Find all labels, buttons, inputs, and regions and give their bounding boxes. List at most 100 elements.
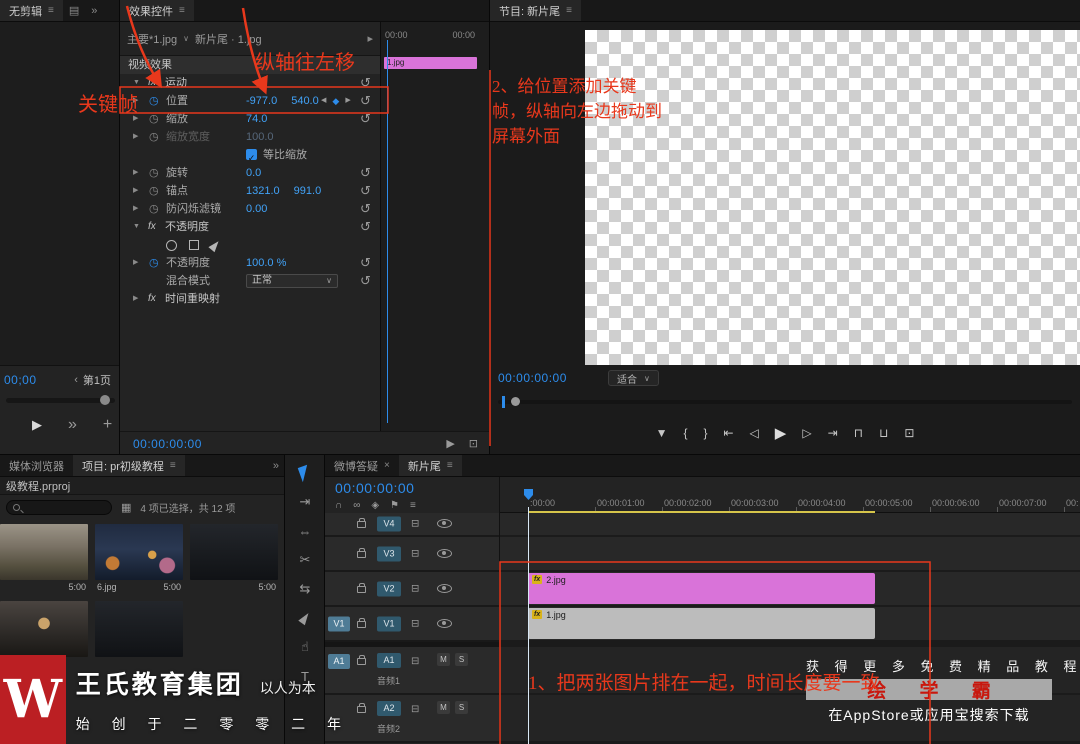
slip-tool[interactable]: ⇆ [293,579,317,599]
twirl-icon[interactable]: ▶ [133,92,138,110]
mute-button[interactable]: M [437,701,450,714]
clip-thumbnail[interactable] [190,524,278,580]
reset-icon[interactable]: ↺ [360,272,371,290]
track-lane-v1[interactable]: fx 1.jpg [500,607,1080,640]
reset-icon[interactable]: ↺ [360,110,371,128]
track-badge-a1[interactable]: A1 [377,653,401,668]
razor-tool[interactable]: ✂ [293,550,317,570]
source-patch-v1[interactable]: V1 [328,616,350,631]
source-timecode[interactable]: 00;00 [4,373,37,387]
stopwatch-icon[interactable]: ◷ [149,254,159,272]
mark-out-button[interactable]: } [703,426,707,440]
timeline-ruler[interactable]: :00:00 00:00:01:00 00:00:02:00 00:00:03:00 0… [500,477,1080,513]
source-scrollbar[interactable] [6,395,115,405]
timeline-timecode[interactable]: 00:00:00:00 [325,477,499,497]
go-to-in-button[interactable]: ⇤ [723,426,733,440]
toggle-view-button[interactable]: ⊡ [469,437,478,450]
property-value[interactable]: 0.00 [246,200,267,218]
scrollbar-knob[interactable] [100,395,110,405]
play-button[interactable]: ▶ [32,417,42,433]
ellipse-mask-icon[interactable] [166,239,177,251]
property-value[interactable]: 100.0 % [246,254,286,272]
reset-icon[interactable]: ↺ [360,200,371,218]
next-keyframe-button[interactable]: ▶ [345,92,350,110]
panel-menu-icon[interactable]: ≡ [170,460,176,471]
track-badge-v4[interactable]: V4 [377,516,401,532]
tab-overflow-icon[interactable]: » [267,455,285,476]
toggle-track-output-icon[interactable] [437,548,452,558]
toggle-track-output-icon[interactable] [437,519,452,528]
twirl-icon[interactable]: ▼ [133,74,140,92]
strip-playhead[interactable] [387,40,388,423]
stopwatch-icon[interactable]: ◷ [149,200,159,218]
solo-button[interactable]: S [455,653,468,666]
reset-icon[interactable]: ↺ [360,74,371,92]
zoom-level-select[interactable]: 适合 ∨ [608,370,659,386]
clip-thumbnail[interactable] [95,524,183,580]
scrubber-knob[interactable] [511,397,520,406]
lock-icon[interactable] [357,547,366,558]
sync-lock-icon[interactable]: ⊟ [411,583,419,594]
reset-icon[interactable]: ↺ [360,92,371,110]
panel-menu-icon[interactable]: ≡ [48,5,54,16]
property-value[interactable]: 991.0 [294,182,322,200]
track-badge-v2[interactable]: V2 [377,581,401,596]
track-badge-v1[interactable]: V1 [377,616,401,631]
twirl-icon[interactable]: ▶ [133,200,138,218]
effect-keyframe-strip[interactable]: 00:00 00:00 1.jpg [380,22,491,431]
prev-keyframe-button[interactable]: ◀ [321,92,326,110]
playhead[interactable] [528,507,529,744]
sync-lock-icon[interactable]: ⊟ [411,548,419,559]
tab-media-browser[interactable]: 媒体浏览器 [0,455,73,476]
track-badge-v3[interactable]: V3 [377,546,401,561]
snap-icon[interactable]: ∩ [335,500,342,511]
twirl-icon[interactable]: ▶ [133,182,138,200]
rect-mask-icon[interactable] [189,240,199,250]
tab-project[interactable]: 项目: pr初级教程 ≡ [73,455,185,476]
checkbox[interactable]: ✓ [246,149,257,163]
track-lane-v2[interactable]: fx 2.jpg [500,572,1080,605]
reset-icon[interactable]: ↺ [360,164,371,182]
extract-button[interactable]: ⊔ [879,426,888,440]
add-keyframe-button[interactable]: ◆ [332,92,339,110]
linked-selection-icon[interactable]: ∞ [353,500,360,511]
lock-icon[interactable] [357,518,366,528]
sync-lock-icon[interactable]: ⊟ [411,656,419,667]
project-item[interactable]: 5:00 [0,524,88,594]
master-clip-label[interactable]: 主要*1.jpg [127,31,177,47]
panel-stack-icon[interactable]: ▤ [63,0,85,21]
stopwatch-icon[interactable]: ◷ [149,182,159,200]
tab-effect-controls[interactable]: 效果控件 ≡ [120,0,194,21]
effect-timecode[interactable]: 00:00:00:00 [133,437,202,451]
blend-mode-select[interactable]: 正常 ∨ [246,274,338,288]
track-badge-a2[interactable]: A2 [377,701,401,716]
tab-active-sequence[interactable]: 新片尾 ≡ [398,455,462,476]
lift-button[interactable]: ⊓ [854,426,863,440]
play-button[interactable]: ▶ [775,424,787,442]
page-prev-icon[interactable]: ‹ [74,374,78,386]
button-editor-icon[interactable]: + [103,416,112,434]
program-playhead[interactable] [502,396,505,408]
mark-in-button[interactable]: { [683,426,687,440]
twirl-icon[interactable]: ▶ [133,254,138,272]
property-value[interactable]: -977.0 [246,92,277,110]
twirl-icon[interactable]: ▶ [133,290,138,308]
export-frame-button[interactable]: ⊡ [904,426,914,440]
step-back-button[interactable]: ◁ [750,426,759,440]
panel-menu-icon[interactable]: ≡ [179,5,185,16]
reset-icon[interactable]: ↺ [360,218,371,236]
close-icon[interactable]: × [384,460,390,471]
ripple-edit-tool[interactable]: ⇔ [293,521,317,541]
tab-no-clip[interactable]: 无剪辑 ≡ [0,0,63,21]
program-timecode[interactable]: 00:00:00:00 [498,371,567,385]
track-select-forward-tool[interactable]: ⇥ [293,492,317,512]
property-value[interactable]: 1321.0 [246,182,280,200]
clip-thumbnail[interactable] [0,524,88,580]
stopwatch-icon[interactable]: ◷ [149,110,159,128]
timeline-settings-icon[interactable]: ≡ [410,500,416,511]
stopwatch-icon[interactable]: ◷ [149,92,159,110]
reset-icon[interactable]: ↺ [360,182,371,200]
lock-icon[interactable] [357,582,366,593]
add-marker-icon[interactable]: ◈ [371,500,379,511]
toggle-track-output-icon[interactable] [437,618,452,628]
